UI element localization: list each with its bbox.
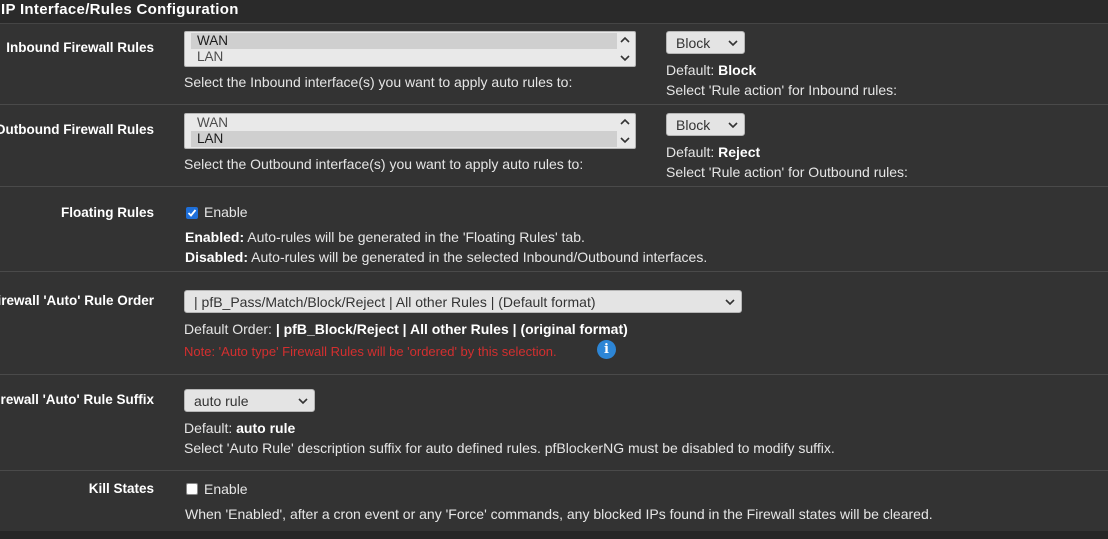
inbound-action-select[interactable]: Block: [666, 31, 745, 54]
info-icon[interactable]: i: [597, 340, 616, 359]
scroll-up-icon[interactable]: [619, 34, 631, 46]
enabled-prefix: Enabled:: [185, 229, 245, 245]
rule-suffix-select[interactable]: auto rule: [184, 389, 315, 412]
floating-enabled-help: Enabled: Auto-rules will be generated in…: [185, 229, 585, 245]
rule-order-default: Default Order: | pfB_Block/Reject | All …: [184, 321, 628, 337]
enabled-text: Auto-rules will be generated in the 'Flo…: [247, 229, 585, 245]
rule-suffix-row: Firewall 'Auto' Rule Suffix auto rule De…: [0, 375, 1108, 471]
chevron-down-icon: [725, 299, 735, 306]
inbound-action-value: Block: [676, 35, 711, 51]
kill-states-label: Kill States: [88, 481, 154, 496]
outbound-rules-label: Outbound Firewall Rules: [0, 122, 154, 137]
inbound-default-value: Block: [718, 62, 757, 78]
outbound-rules-row: Outbound Firewall Rules WAN LAN Select t…: [0, 105, 1108, 187]
disabled-prefix: Disabled:: [185, 249, 249, 265]
chevron-down-icon: [298, 398, 308, 405]
chevron-down-icon: [728, 122, 738, 129]
inbound-action-help: Select 'Rule action' for Inbound rules:: [666, 82, 898, 98]
outbound-action-value: Block: [676, 117, 711, 133]
inbound-default-prefix: Default:: [666, 62, 715, 78]
rule-order-value: | pfB_Pass/Match/Block/Reject | All othe…: [194, 294, 596, 310]
rule-suffix-default-value: auto rule: [236, 420, 296, 436]
floating-rules-label: Floating Rules: [60, 205, 154, 220]
rule-order-default-value: | pfB_Block/Reject | All other Rules | (…: [275, 321, 628, 337]
kill-states-row: Kill States Enable When 'Enabled', after…: [0, 471, 1108, 530]
panel-heading: IP Interface/Rules Configuration: [0, 0, 1108, 24]
inbound-rules-row: Inbound Firewall Rules WAN LAN Select th…: [0, 24, 1108, 105]
outbound-default: Default: Reject: [666, 144, 760, 160]
panel-title: IP Interface/Rules Configuration: [1, 1, 239, 18]
inbound-interface-select[interactable]: WAN LAN: [184, 31, 636, 67]
floating-enable-label[interactable]: Enable: [204, 204, 248, 220]
outbound-interface-select[interactable]: WAN LAN: [184, 113, 636, 149]
inbound-rules-label: Inbound Firewall Rules: [6, 40, 154, 55]
rule-suffix-default: Default: auto rule: [184, 420, 295, 436]
rule-suffix-value: auto rule: [194, 393, 249, 409]
kill-states-help: When 'Enabled', after a cron event or an…: [185, 506, 933, 522]
outbound-action-select[interactable]: Block: [666, 113, 745, 136]
check-icon: [187, 209, 197, 217]
rule-order-default-prefix: Default Order:: [184, 321, 272, 337]
outbound-default-prefix: Default:: [666, 144, 715, 160]
inbound-option-lan[interactable]: LAN: [191, 49, 617, 65]
scroll-down-icon[interactable]: [619, 134, 631, 146]
disabled-text: Auto-rules will be generated in the sele…: [251, 249, 708, 265]
rule-order-note: Note: 'Auto type' Firewall Rules will be…: [184, 344, 557, 359]
rule-suffix-default-prefix: Default:: [184, 420, 233, 436]
chevron-down-icon: [728, 40, 738, 47]
floating-disabled-help: Disabled: Auto-rules will be generated i…: [185, 249, 707, 265]
outbound-option-lan[interactable]: LAN: [191, 131, 617, 147]
rule-suffix-help: Select 'Auto Rule' description suffix fo…: [184, 440, 835, 456]
kill-states-enable-label[interactable]: Enable: [204, 481, 248, 497]
bottom-bar: [0, 531, 1108, 539]
floating-rules-row: Floating Rules Enable Enabled: Auto-rule…: [0, 187, 1108, 272]
scroll-up-icon[interactable]: [619, 116, 631, 128]
rule-order-label: Firewall 'Auto' Rule Order: [0, 293, 154, 308]
inbound-default: Default: Block: [666, 62, 756, 78]
outbound-action-help: Select 'Rule action' for Outbound rules:: [666, 164, 908, 180]
inbound-option-wan[interactable]: WAN: [191, 33, 617, 49]
scroll-down-icon[interactable]: [619, 52, 631, 64]
kill-states-checkbox[interactable]: [186, 483, 198, 495]
floating-enable-checkbox[interactable]: [186, 207, 198, 219]
outbound-option-wan[interactable]: WAN: [191, 115, 617, 131]
rule-order-row: Firewall 'Auto' Rule Order | pfB_Pass/Ma…: [0, 272, 1108, 375]
rule-order-select[interactable]: | pfB_Pass/Match/Block/Reject | All othe…: [184, 290, 742, 313]
outbound-help: Select the Outbound interface(s) you wan…: [184, 156, 584, 172]
inbound-help: Select the Inbound interface(s) you want…: [184, 74, 573, 90]
outbound-default-value: Reject: [718, 144, 761, 160]
rule-suffix-label: Firewall 'Auto' Rule Suffix: [0, 392, 154, 407]
